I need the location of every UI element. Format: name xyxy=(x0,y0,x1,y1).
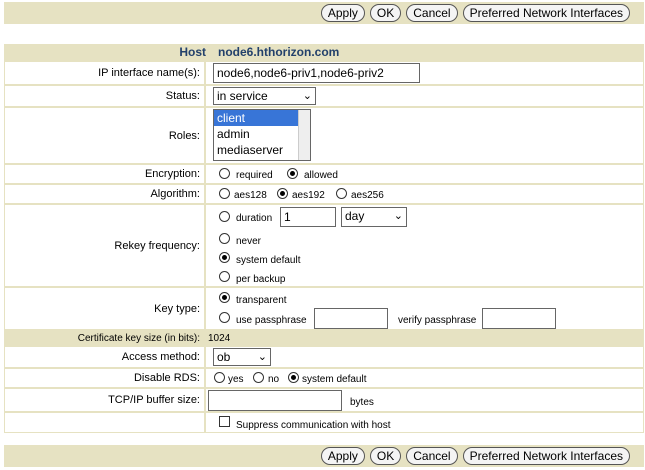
ip-interfaces-row: IP interface name(s): xyxy=(4,61,644,85)
rekey-duration-input[interactable] xyxy=(280,207,336,227)
algorithm-row: Algorithm: aes128 aes192 aes256 xyxy=(4,184,644,204)
rekey-label: Rekey frequency: xyxy=(5,205,204,286)
roles-scrollbar[interactable] xyxy=(298,110,310,160)
disable-rds-label: Disable RDS: xyxy=(5,369,204,387)
verify-passphrase-input[interactable] xyxy=(482,308,556,329)
cert-key-size-label: Certificate key size (in bits): xyxy=(77,332,200,344)
encryption-row: Encryption: required allowed xyxy=(4,164,644,184)
roles-row: Roles: client admin mediaserver xyxy=(4,107,644,164)
key-type-passphrase-radio[interactable] xyxy=(219,312,230,323)
ip-interfaces-input[interactable] xyxy=(213,63,420,83)
rekey-duration-text: duration xyxy=(236,213,273,224)
key-type-label: Key type: xyxy=(5,288,204,329)
suppress-label-cell xyxy=(5,413,204,432)
ip-interfaces-label: IP interface name(s): xyxy=(5,62,204,84)
rekey-per-backup-text: per backup xyxy=(236,274,286,285)
encryption-allowed-text: allowed xyxy=(304,170,338,181)
cancel-button[interactable]: Cancel xyxy=(406,4,458,22)
rekey-never-text: never xyxy=(236,236,262,247)
ok-button[interactable]: OK xyxy=(369,447,402,465)
key-type-row: Key type: transparent use passphrase ver… xyxy=(4,287,644,330)
algorithm-aes192-radio[interactable] xyxy=(277,188,288,199)
rds-no-text: no xyxy=(268,374,280,385)
suppress-row: Suppress communication with host xyxy=(4,412,644,433)
preferred-network-interfaces-button[interactable]: Preferred Network Interfaces xyxy=(462,447,630,465)
rekey-per-backup-radio[interactable] xyxy=(219,271,230,282)
roles-listbox[interactable]: client admin mediaserver xyxy=(213,109,311,161)
role-option-admin[interactable]: admin xyxy=(214,126,310,142)
encryption-label: Encryption: xyxy=(5,165,204,183)
status-label: Status: xyxy=(5,86,204,106)
rds-system-default-radio[interactable] xyxy=(288,372,299,383)
rekey-duration-radio[interactable] xyxy=(219,211,230,222)
access-method-select[interactable]: ob ⌄ xyxy=(213,348,271,366)
algorithm-aes192-text: aes192 xyxy=(292,190,325,201)
role-option-client[interactable]: client xyxy=(214,110,310,126)
host-label: Host xyxy=(179,45,206,59)
suppress-checkbox[interactable] xyxy=(219,416,230,427)
algorithm-aes128-text: aes128 xyxy=(234,190,267,201)
host-name: node6.hthorizon.com xyxy=(218,45,340,59)
rds-yes-radio[interactable] xyxy=(214,372,225,383)
roles-label: Roles: xyxy=(5,108,204,163)
rekey-never-radio[interactable] xyxy=(219,233,230,244)
key-type-transparent-radio[interactable] xyxy=(219,292,230,303)
algorithm-aes128-radio[interactable] xyxy=(219,188,230,199)
preferred-network-interfaces-button[interactable]: Preferred Network Interfaces xyxy=(462,4,630,22)
algorithm-aes256-text: aes256 xyxy=(351,190,384,201)
rekey-unit-value: day xyxy=(345,209,365,223)
key-type-transparent-text: transparent xyxy=(236,295,287,306)
rds-no-radio[interactable] xyxy=(253,372,264,383)
access-method-label: Access method: xyxy=(5,347,204,367)
cancel-button[interactable]: Cancel xyxy=(406,447,458,465)
apply-button[interactable]: Apply xyxy=(320,4,365,22)
rekey-unit-select[interactable]: day ⌄ xyxy=(341,207,407,227)
disable-rds-row: Disable RDS: yes no system default xyxy=(4,368,644,388)
chevron-down-icon: ⌄ xyxy=(302,90,312,102)
key-type-passphrase-text: use passphrase xyxy=(236,315,307,326)
suppress-text: Suppress communication with host xyxy=(236,420,391,431)
buffer-label: TCP/IP buffer size: xyxy=(5,389,204,411)
host-header: Host node6.hthorizon.com xyxy=(4,44,644,61)
rds-system-default-text: system default xyxy=(302,374,367,385)
encryption-required-radio[interactable] xyxy=(219,168,230,179)
ok-button[interactable]: OK xyxy=(369,4,402,22)
apply-button[interactable]: Apply xyxy=(320,447,365,465)
cert-key-size-row: Certificate key size (in bits): 1024 xyxy=(4,330,644,346)
algorithm-aes256-radio[interactable] xyxy=(336,188,347,199)
status-value: in service xyxy=(217,89,268,103)
rekey-row: Rekey frequency: duration day ⌄ never sy… xyxy=(4,204,644,287)
encryption-required-text: required xyxy=(236,170,273,181)
bottom-toolbar: Apply OK Cancel Preferred Network Interf… xyxy=(4,445,644,467)
access-method-row: Access method: ob ⌄ xyxy=(4,346,644,368)
algorithm-label: Algorithm: xyxy=(5,185,204,203)
status-row: Status: in service ⌄ xyxy=(4,85,644,107)
rds-yes-text: yes xyxy=(228,374,244,385)
rekey-system-default-text: system default xyxy=(236,255,301,266)
top-toolbar: Apply OK Cancel Preferred Network Interf… xyxy=(4,2,644,24)
chevron-down-icon: ⌄ xyxy=(393,210,403,222)
verify-passphrase-text: verify passphrase xyxy=(398,315,477,326)
rekey-system-default-radio[interactable] xyxy=(219,252,230,263)
passphrase-input[interactable] xyxy=(314,308,388,329)
buffer-row: TCP/IP buffer size: bytes xyxy=(4,388,644,412)
buffer-input[interactable] xyxy=(208,390,342,411)
access-method-value: ob xyxy=(217,350,231,364)
encryption-allowed-radio[interactable] xyxy=(287,168,298,179)
chevron-down-icon: ⌄ xyxy=(257,351,267,363)
cert-key-size-value: 1024 xyxy=(208,333,231,344)
buffer-unit: bytes xyxy=(350,397,374,408)
role-option-mediaserver[interactable]: mediaserver xyxy=(214,142,310,158)
status-select[interactable]: in service ⌄ xyxy=(213,87,316,105)
